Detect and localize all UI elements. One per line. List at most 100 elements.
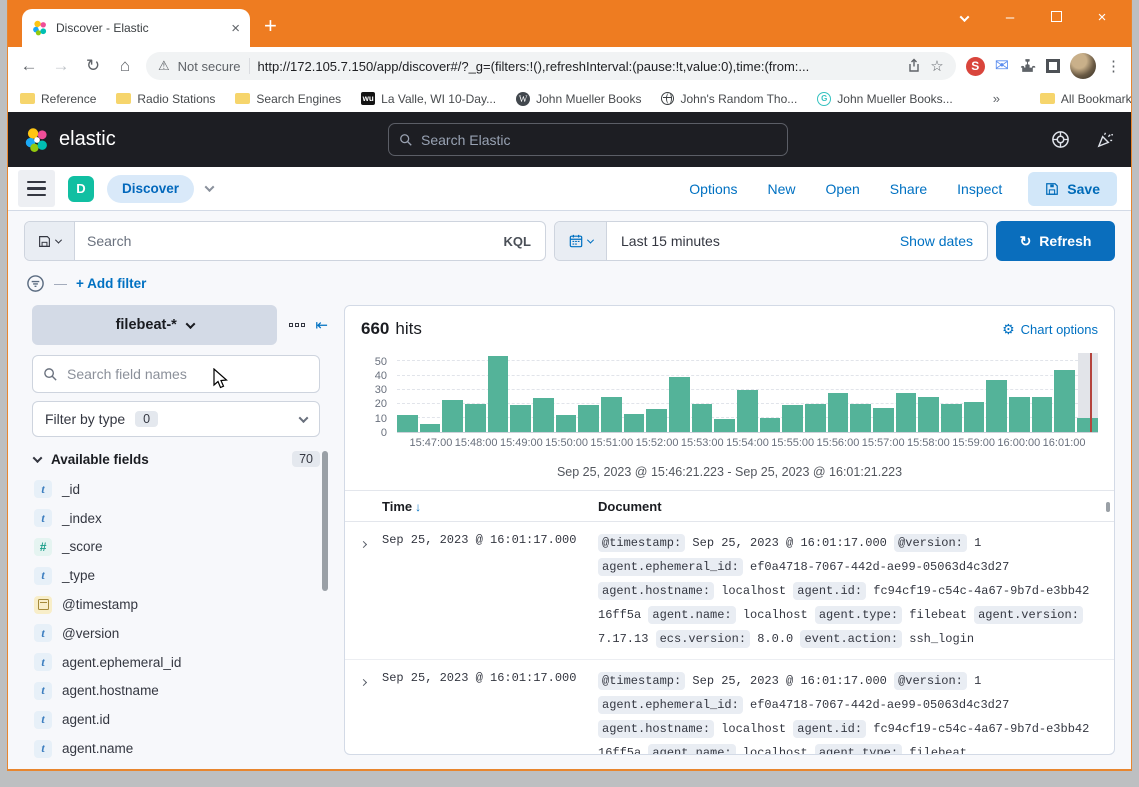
histogram-bar[interactable]: [805, 404, 826, 432]
tab-close-icon[interactable]: ×: [231, 21, 240, 36]
bookmarks-overflow-icon[interactable]: »: [993, 91, 1000, 106]
security-label[interactable]: Not secure: [178, 59, 241, 74]
available-fields-header[interactable]: Available fields 70: [34, 451, 320, 467]
field-item[interactable]: # _score: [34, 533, 328, 562]
menu-hamburger-icon[interactable]: [18, 170, 55, 207]
mail-extension-icon[interactable]: ✉: [995, 56, 1009, 76]
new-tab-button[interactable]: +: [264, 13, 277, 39]
bookmark-item[interactable]: Radio Stations: [116, 92, 215, 106]
table-scrollbar[interactable]: [1106, 502, 1110, 512]
extension-s-icon[interactable]: S: [966, 57, 985, 76]
add-filter-button[interactable]: + Add filter: [76, 276, 146, 291]
field-item[interactable]: t agent.ephemeral_id: [34, 648, 328, 677]
histogram-bar[interactable]: [986, 380, 1007, 432]
field-item[interactable]: t @version: [34, 619, 328, 648]
minimize-button[interactable]: –: [987, 9, 1033, 26]
url-text[interactable]: http://172.105.7.150/app/discover#/?_g=(…: [258, 59, 899, 74]
bookmark-item[interactable]: Search Engines: [235, 92, 341, 106]
bookmark-star-icon[interactable]: ☆: [930, 57, 943, 75]
home-icon[interactable]: ⌂: [114, 56, 136, 76]
histogram-plot[interactable]: [397, 353, 1098, 433]
kql-toggle[interactable]: KQL: [490, 222, 545, 260]
field-item[interactable]: t _type: [34, 561, 328, 590]
histogram-bar[interactable]: [533, 398, 554, 432]
all-bookmarks[interactable]: All Bookmarks: [1040, 92, 1132, 106]
bookmark-item[interactable]: W John Mueller Books: [516, 92, 641, 106]
field-item[interactable]: t agent.hostname: [34, 677, 328, 706]
expand-row-icon[interactable]: [345, 669, 382, 755]
profile-avatar[interactable]: [1070, 53, 1096, 79]
breadcrumb[interactable]: Discover: [107, 175, 194, 203]
toolbar-menu-item[interactable]: Open: [826, 181, 860, 197]
bookmark-item[interactable]: G John Mueller Books...: [817, 92, 952, 106]
histogram-bar[interactable]: [873, 408, 894, 432]
histogram-bar[interactable]: [646, 409, 667, 432]
histogram-bar[interactable]: [760, 418, 781, 432]
histogram-bar[interactable]: [1032, 397, 1053, 432]
histogram-bar[interactable]: [941, 404, 962, 432]
forward-icon[interactable]: →: [50, 56, 72, 76]
elastic-search-input[interactable]: Search Elastic: [388, 123, 788, 156]
histogram-bar[interactable]: [510, 405, 531, 432]
histogram-bar[interactable]: [896, 393, 917, 433]
histogram-bar[interactable]: [669, 377, 690, 432]
histogram-bar[interactable]: [488, 356, 509, 432]
time-range-value[interactable]: Last 15 minutes: [607, 222, 886, 260]
bookmark-item[interactable]: Reference: [20, 92, 96, 106]
filter-settings-icon[interactable]: [26, 274, 45, 293]
field-search-input[interactable]: Search field names: [32, 355, 320, 393]
histogram-bar[interactable]: [692, 404, 713, 432]
back-icon[interactable]: ←: [18, 56, 40, 76]
breadcrumb-chevron-icon[interactable]: [205, 182, 215, 192]
histogram-bar[interactable]: [556, 415, 577, 432]
histogram-bar[interactable]: [397, 415, 418, 432]
toolbar-menu-item[interactable]: Inspect: [957, 181, 1002, 197]
browser-tab[interactable]: Discover - Elastic ×: [22, 9, 250, 47]
tab-search-icon[interactable]: [941, 9, 987, 26]
histogram-bar[interactable]: [465, 404, 486, 432]
date-picker-menu-button[interactable]: [555, 222, 607, 260]
side-panel-icon[interactable]: [1046, 59, 1060, 73]
histogram-bar[interactable]: [964, 402, 985, 432]
save-button[interactable]: Save: [1028, 172, 1117, 206]
histogram-bar[interactable]: [1077, 418, 1098, 432]
toolbar-menu-item[interactable]: Options: [689, 181, 737, 197]
field-item[interactable]: @timestamp: [34, 590, 328, 619]
show-dates-button[interactable]: Show dates: [886, 222, 987, 260]
extensions-puzzle-icon[interactable]: [1019, 58, 1036, 75]
filter-by-type-select[interactable]: Filter by type 0: [32, 401, 320, 437]
histogram-bar[interactable]: [624, 414, 645, 432]
browser-menu-icon[interactable]: ⋮: [1106, 57, 1121, 75]
query-search-input[interactable]: Search: [75, 222, 490, 260]
space-avatar[interactable]: D: [68, 176, 94, 202]
field-item[interactable]: t _index: [34, 504, 328, 533]
index-pattern-select[interactable]: filebeat-*: [32, 305, 277, 345]
bookmark-item[interactable]: wu La Valle, WI 10-Day...: [361, 92, 496, 106]
histogram-bar[interactable]: [782, 405, 803, 432]
elastic-brand[interactable]: elastic: [24, 127, 116, 153]
field-options-icon[interactable]: [289, 323, 305, 327]
field-item[interactable]: t agent.id: [34, 705, 328, 734]
histogram-bar[interactable]: [1054, 370, 1075, 432]
histogram-bar[interactable]: [918, 397, 939, 432]
close-button[interactable]: ×: [1079, 9, 1125, 26]
chart-options-button[interactable]: ⚙ Chart options: [1002, 321, 1098, 338]
saved-query-menu-button[interactable]: [25, 222, 75, 260]
refresh-button[interactable]: ↻ Refresh: [996, 221, 1115, 261]
news-party-icon[interactable]: [1096, 130, 1115, 149]
histogram-bar[interactable]: [1009, 397, 1030, 432]
address-bar[interactable]: ⚠ Not secure http://172.105.7.150/app/di…: [146, 52, 956, 80]
share-icon[interactable]: [906, 58, 922, 74]
expand-row-icon[interactable]: [345, 531, 382, 651]
histogram-bar[interactable]: [442, 400, 463, 432]
collapse-sidebar-icon[interactable]: ⇤: [315, 316, 328, 334]
histogram-bar[interactable]: [737, 390, 758, 432]
sidebar-scrollbar[interactable]: [322, 451, 328, 591]
field-item[interactable]: t agent.name: [34, 734, 328, 763]
help-icon[interactable]: [1051, 130, 1070, 149]
field-item[interactable]: t _id: [34, 475, 328, 504]
reload-icon[interactable]: ↻: [82, 56, 104, 76]
maximize-button[interactable]: [1033, 9, 1079, 26]
histogram-bar[interactable]: [850, 404, 871, 432]
histogram-bar[interactable]: [601, 397, 622, 432]
